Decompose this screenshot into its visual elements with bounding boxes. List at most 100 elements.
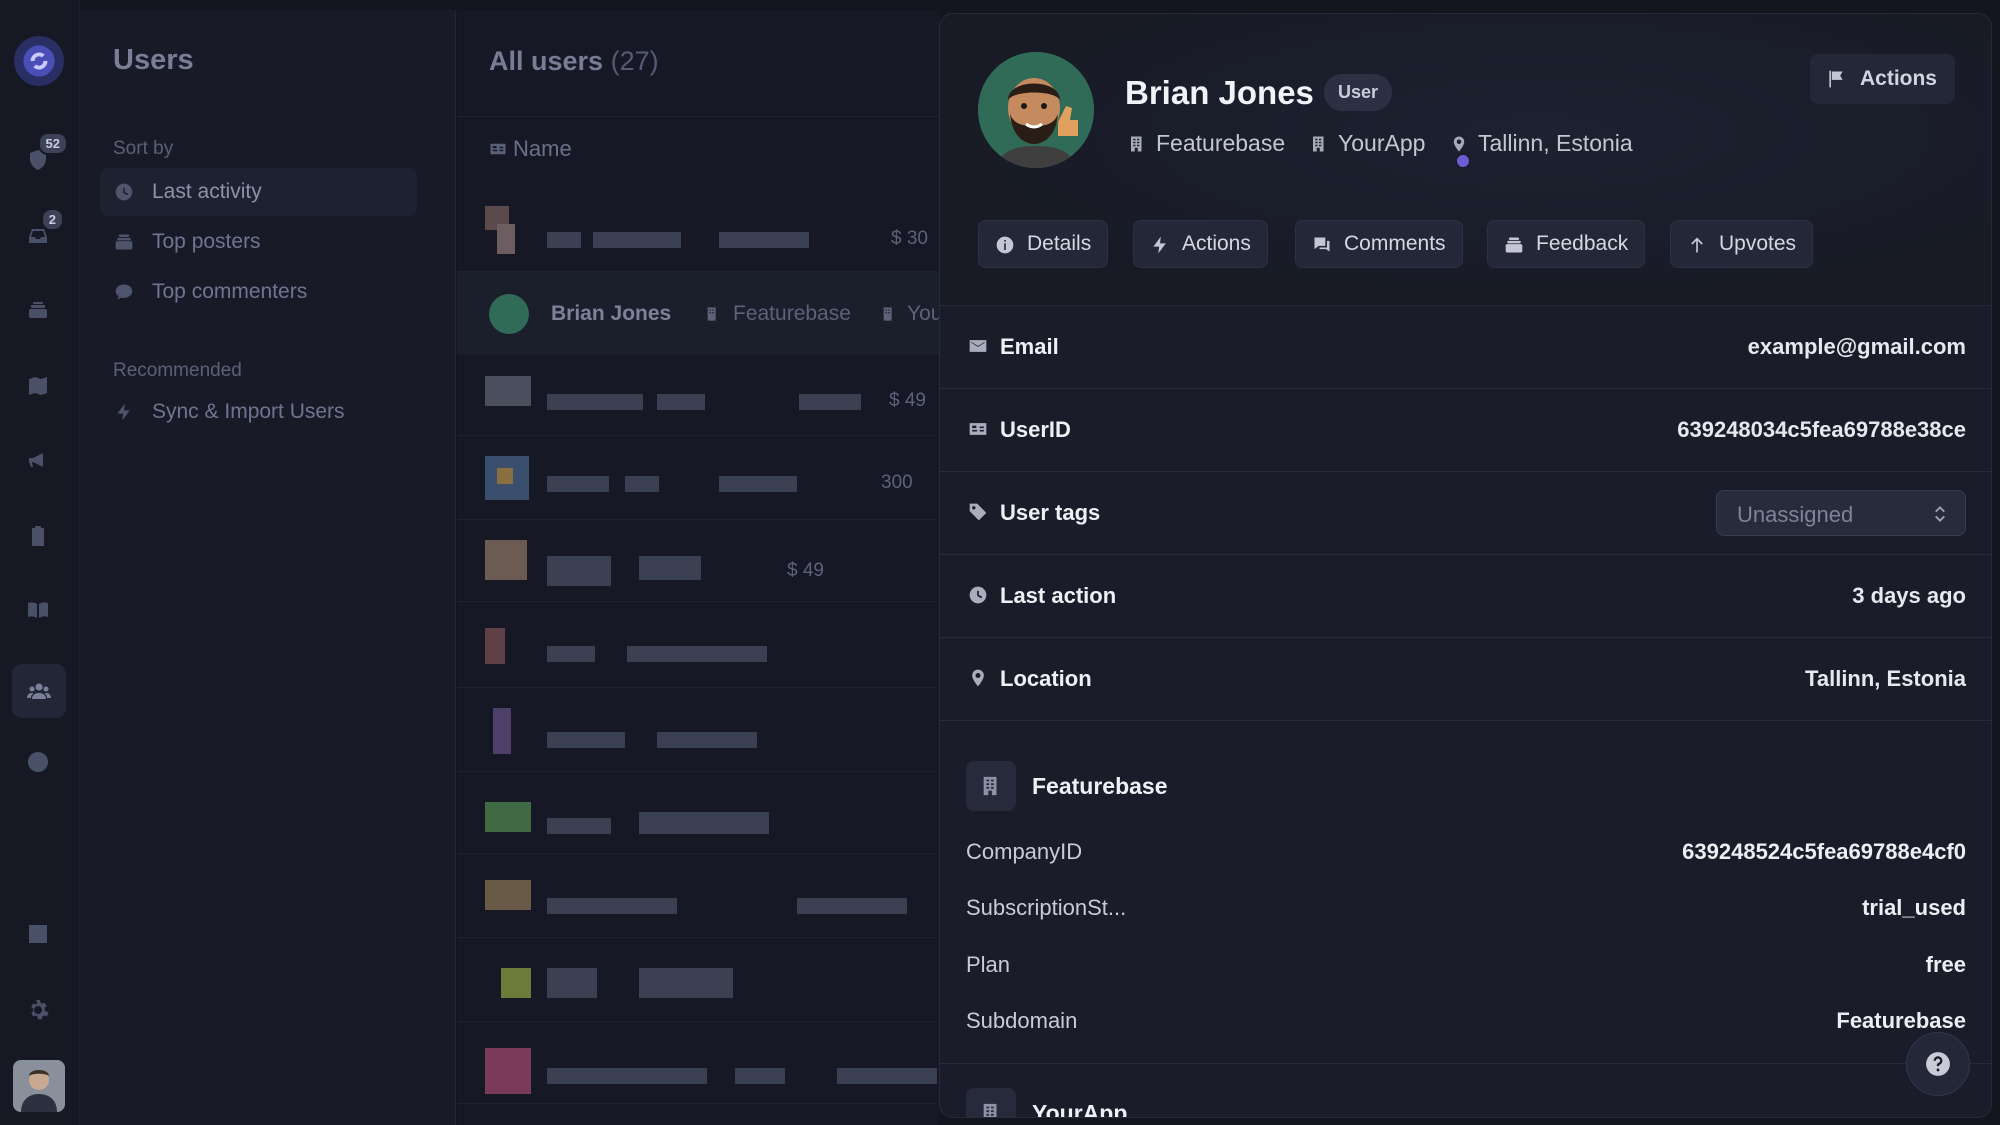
sort-last-activity[interactable]: Last activity bbox=[100, 168, 417, 216]
company-icon-box bbox=[966, 1088, 1016, 1117]
map-pin-icon bbox=[1453, 136, 1465, 151]
field-label: User tags bbox=[1000, 500, 1101, 525]
row-amount: 300 bbox=[881, 472, 913, 493]
table-row[interactable] bbox=[457, 690, 939, 772]
row-company: You bbox=[907, 302, 943, 325]
sort-label: Top commenters bbox=[152, 280, 308, 303]
clipboard-icon bbox=[32, 526, 44, 546]
icon-rail: 52 2 bbox=[0, 0, 80, 1125]
envelope-icon bbox=[969, 340, 987, 352]
tab-comments[interactable]: Comments bbox=[1295, 220, 1463, 268]
company-name: Featurebase bbox=[1032, 773, 1168, 799]
company-section-featurebase: Featurebase CompanyID 639248524c5fea6978… bbox=[940, 721, 1991, 1064]
building-icon bbox=[1313, 136, 1324, 151]
table-row[interactable]: $ 30 bbox=[457, 190, 939, 272]
clock-icon bbox=[115, 183, 133, 201]
bolt-icon bbox=[1153, 236, 1166, 254]
user-tags-select[interactable]: Unassigned bbox=[1716, 490, 1966, 536]
user-list: All users (27) Name $ 30 Brian Jones Fea… bbox=[457, 10, 943, 1125]
company-prop: SubscriptionSt... trial_used bbox=[966, 895, 1966, 920]
sync-import-users-link[interactable]: Sync & Import Users bbox=[100, 388, 417, 436]
gear-icon bbox=[31, 1000, 49, 1020]
question-mark-icon bbox=[1926, 1052, 1950, 1076]
tab-upvotes[interactable]: Upvotes bbox=[1670, 220, 1814, 268]
row-name: Brian Jones bbox=[551, 302, 672, 325]
user-header: Brian Jones User Featurebase YourApp Tal… bbox=[940, 14, 1991, 306]
widgets-nav[interactable] bbox=[18, 742, 58, 782]
profile-avatar[interactable] bbox=[13, 1060, 65, 1112]
id-card-icon bbox=[490, 143, 506, 155]
help-center-nav[interactable] bbox=[18, 590, 58, 630]
company-prop: Plan free bbox=[966, 952, 1966, 977]
building-office-icon bbox=[983, 776, 997, 796]
table-row[interactable] bbox=[457, 606, 939, 688]
tab-actions[interactable]: Actions bbox=[1133, 220, 1268, 268]
inbox-nav[interactable]: 2 bbox=[18, 208, 64, 256]
changelog-nav[interactable] bbox=[18, 516, 58, 556]
users-nav[interactable] bbox=[12, 664, 66, 718]
building-icon bbox=[883, 307, 892, 321]
field-user-tags: User tags Unassigned bbox=[940, 472, 1991, 555]
megaphone-icon bbox=[29, 453, 43, 467]
field-email: Email example@gmail.com bbox=[940, 306, 1991, 389]
list-header-divider bbox=[457, 116, 939, 117]
user-avatar bbox=[978, 52, 1094, 168]
user-count: (27) bbox=[610, 46, 659, 76]
tab-details[interactable]: Details bbox=[978, 220, 1109, 268]
company-prop: CompanyID 639248524c5fea69788e4cf0 bbox=[966, 839, 1966, 864]
map-icon bbox=[29, 377, 47, 395]
building-icon bbox=[1131, 136, 1142, 151]
help-button[interactable] bbox=[1906, 1032, 1970, 1096]
inbox-badge: 2 bbox=[40, 208, 64, 231]
sort-top-posters[interactable]: Top posters bbox=[100, 218, 417, 266]
chart-bar-icon bbox=[29, 925, 47, 943]
company-section-yourapp: YourApp bbox=[940, 1064, 1991, 1117]
users-sidebar: Users Sort by Last activity Top posters … bbox=[80, 10, 456, 1125]
recommended-label: Sync & Import Users bbox=[152, 400, 345, 423]
email-value[interactable]: example@gmail.com bbox=[1748, 334, 1966, 360]
analytics-nav[interactable] bbox=[18, 914, 58, 954]
chat-bubble-icon bbox=[115, 284, 133, 300]
company-chip-featurebase[interactable]: Featurebase bbox=[1128, 130, 1285, 157]
app-logo[interactable] bbox=[14, 36, 64, 86]
userid-value[interactable]: 639248034c5fea69788e38ce bbox=[1677, 417, 1966, 443]
bolt-icon bbox=[117, 403, 130, 421]
location-dot bbox=[1455, 153, 1471, 169]
info-icon bbox=[996, 236, 1014, 254]
company-chip-yourapp[interactable]: YourApp bbox=[1310, 130, 1425, 157]
announcements-nav[interactable] bbox=[18, 440, 58, 480]
map-pin-icon bbox=[972, 669, 984, 687]
boards-nav[interactable] bbox=[18, 290, 58, 330]
roadmap-nav[interactable] bbox=[18, 366, 58, 406]
flag-icon bbox=[1829, 70, 1843, 88]
table-row[interactable] bbox=[457, 940, 939, 1022]
company-prop: Subdomain Featurebase bbox=[966, 1008, 1966, 1033]
actions-button[interactable]: Actions bbox=[1809, 54, 1955, 104]
field-label: Last action bbox=[1000, 583, 1117, 608]
table-row-brian-jones[interactable]: Brian Jones Featurebase You bbox=[457, 272, 943, 354]
tag-icon bbox=[969, 503, 987, 521]
clock-icon bbox=[969, 586, 987, 604]
sort-by-heading: Sort by bbox=[113, 138, 174, 159]
id-card-icon bbox=[969, 423, 987, 435]
tab-feedback[interactable]: Feedback bbox=[1487, 220, 1646, 268]
company-icon-box bbox=[966, 761, 1016, 811]
table-row[interactable] bbox=[457, 772, 939, 854]
field-last-action: Last action 3 days ago bbox=[940, 555, 1991, 638]
table-row[interactable] bbox=[457, 1022, 939, 1104]
location-chip: Tallinn, Estonia bbox=[1450, 130, 1633, 157]
sort-top-commenters[interactable]: Top commenters bbox=[100, 268, 417, 316]
user-name: Brian Jones bbox=[1125, 74, 1314, 111]
settings-nav[interactable] bbox=[18, 990, 58, 1030]
column-header-name[interactable]: Name bbox=[489, 136, 572, 162]
last-action-value: 3 days ago bbox=[1852, 583, 1966, 608]
table-row[interactable] bbox=[457, 856, 939, 938]
approvals-nav[interactable]: 52 bbox=[18, 132, 68, 180]
table-row[interactable]: 300 bbox=[457, 438, 939, 520]
building-office-icon bbox=[983, 1103, 997, 1117]
list-title: All users (27) bbox=[489, 46, 659, 76]
table-row[interactable]: $ 49 bbox=[457, 520, 939, 602]
field-label: Email bbox=[1000, 334, 1059, 359]
table-row[interactable]: $ 49 bbox=[457, 354, 939, 436]
globe-icon bbox=[28, 752, 48, 772]
